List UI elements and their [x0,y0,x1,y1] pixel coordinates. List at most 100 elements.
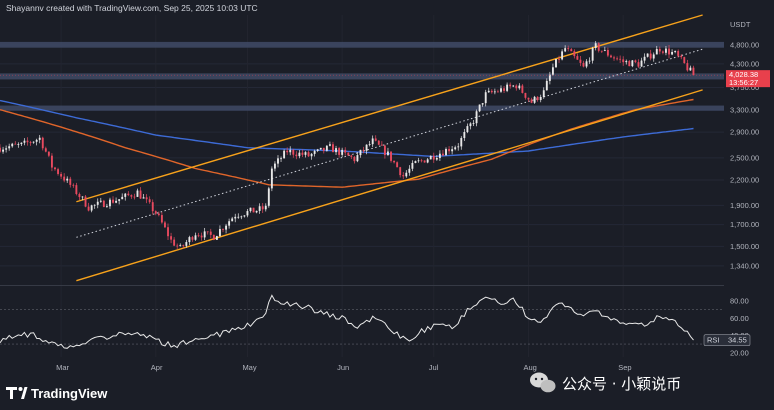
rsi-tick-label: 60.00 [730,314,749,323]
time-tick-label: Aug [523,363,536,372]
time-tick-label: Sep [618,363,631,372]
candle-body [445,148,447,156]
candle-body [567,48,570,50]
candle-body [130,195,133,197]
candle-body [533,96,536,103]
candle-body [579,59,582,63]
candle-body [555,59,557,68]
candle-body [490,90,493,93]
candle-body [435,157,438,160]
candle-body [286,150,289,153]
candle-body [112,199,114,203]
candle-body [631,60,634,67]
candle-body [243,215,246,217]
candle-body [246,211,249,216]
candle-body [512,85,515,87]
candle-body [151,202,154,212]
candle-body [451,149,454,152]
candle-body [542,90,545,97]
candle-body [84,196,87,207]
candle-body [325,145,328,151]
candle-body [606,49,609,56]
candle-body [121,196,124,200]
time-tick-label: Mar [56,363,69,372]
candle-body [487,90,490,93]
candle-body [96,201,99,205]
candle-body [154,211,157,214]
candle-body [105,206,108,208]
candle-body [466,126,469,133]
candle [347,152,350,156]
candle-body [362,149,365,151]
candle-body [60,173,63,177]
candle-body [591,48,594,61]
candle-body [521,85,524,93]
candle-body [222,229,224,230]
candle-body [671,51,674,55]
candle-body [628,61,631,67]
candle-body [545,80,548,91]
candle [377,140,380,146]
candle-body [75,185,78,195]
candle-body [200,235,203,238]
candle-body [683,57,686,64]
time-tick-label: May [242,363,256,372]
candle-body [603,49,606,51]
candle-body [335,148,337,153]
candle-body [518,85,521,89]
candle-body [616,58,619,60]
candle-body [463,132,466,139]
candle-body [524,92,527,98]
candle-body [280,158,282,160]
candle-body [600,50,603,52]
candle-body [304,152,307,155]
rsi-tick-label: 80.00 [730,297,749,306]
candle-body [203,231,206,238]
candle-body [438,153,441,158]
candle-body [643,56,646,61]
price-tick-label: 1,340.00 [730,261,759,270]
candle-body [295,154,298,157]
candle-body [356,155,359,162]
candle-body [57,169,59,174]
candle-body [310,153,313,157]
candle [683,56,686,64]
currency-label: USDT [730,20,751,29]
candle-body [115,200,118,203]
candle-body [38,137,41,140]
candle-body [677,51,680,56]
chart-stage: 1,340.00 1,500.00 1,700.00 1,900.00 2,200.00… [0,0,774,410]
candle-body [637,62,640,67]
candle-body [387,151,389,156]
price-tick-label: 1,900.00 [730,201,759,210]
candle-body [29,142,32,143]
candle-body [347,152,350,156]
candle-body [338,148,341,155]
candle-body [402,175,405,177]
candle-body [561,51,564,60]
candle-body [680,55,683,58]
candle-body [173,239,176,246]
rsi-label: RSI [707,336,720,345]
candle-body [307,152,310,157]
candle-body [380,144,383,146]
price-tick-label: 1,500.00 [730,242,759,251]
candle-body [503,88,505,91]
candle-body [176,245,179,247]
candle-body [493,91,496,93]
candle-body [215,236,218,240]
candle-body [353,156,356,162]
candle-body [500,88,502,92]
candle-body [23,140,26,143]
candle-body [14,143,17,145]
candle-body [32,141,35,143]
candle-body [209,231,212,235]
candle-body [93,204,96,206]
candle [267,186,270,208]
candle-body [142,197,145,199]
candle-body [66,178,69,181]
candle-body [597,43,600,51]
price-tick-label: 3,300.00 [730,105,759,114]
candle-body [5,148,8,150]
candle-body [377,140,380,145]
